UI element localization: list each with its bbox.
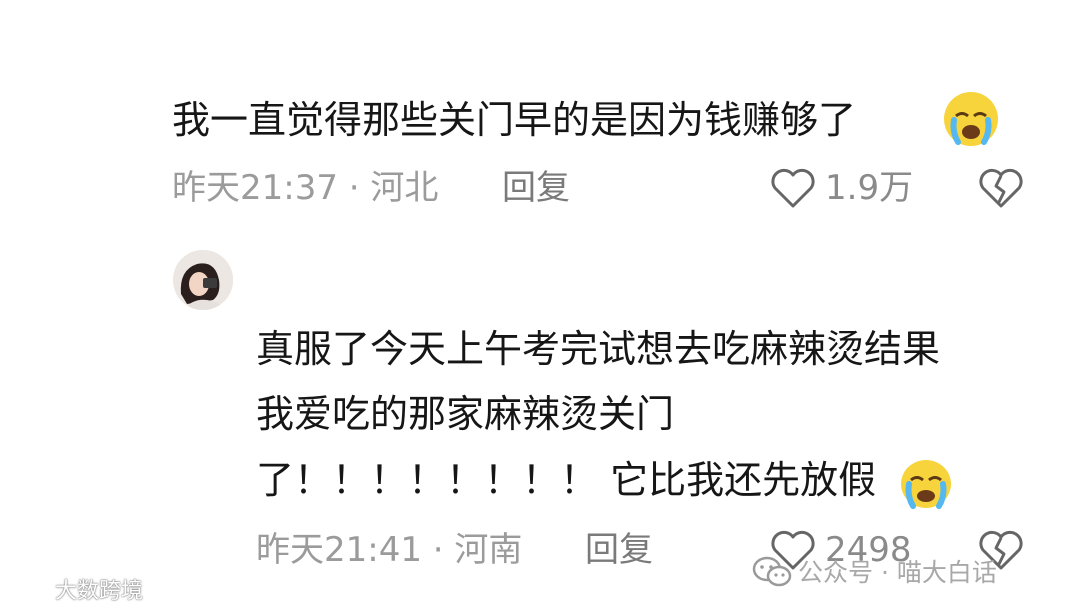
comment-text-line-2: 我爱吃的那家麻辣烫关门 bbox=[256, 392, 675, 436]
watermark-right-text: 公众号 · 喵大白话 bbox=[798, 557, 997, 587]
comment-time-location: 昨天21:41 · 河南 bbox=[256, 530, 523, 570]
comment-text-line-1: 真服了今天上午考完试想去吃麻辣烫结果 bbox=[256, 327, 941, 371]
reply-button[interactable]: 回复 bbox=[502, 171, 570, 205]
crying-face-emoji-icon bbox=[944, 92, 998, 146]
like-heart-icon[interactable] bbox=[769, 166, 817, 210]
dislike-broken-heart-icon[interactable] bbox=[978, 166, 1024, 210]
brand-logo-icon bbox=[6, 581, 48, 599]
wechat-icon bbox=[752, 556, 792, 587]
like-count: 1.9万 bbox=[825, 168, 914, 208]
avatar[interactable] bbox=[173, 250, 233, 310]
watermark-account: 公众号 · 喵大白话 bbox=[752, 556, 997, 588]
comment-text: 我一直觉得那些关门早的是因为钱赚够了 bbox=[172, 98, 857, 142]
comment-text-line-3: 了！！！！！！！！ 它比我还先放假 bbox=[256, 458, 877, 502]
comment-time-location: 昨天21:37 · 河北 bbox=[172, 168, 439, 208]
watermark-brand: 大数跨境 bbox=[6, 579, 143, 603]
reply-button[interactable]: 回复 bbox=[585, 533, 653, 567]
comment-thread: 我一直觉得那些关门早的是因为钱赚够了 昨天21:37 · 河北 回复 1.9万 bbox=[0, 0, 1080, 615]
crying-face-emoji-icon bbox=[901, 460, 951, 509]
watermark-left-text: 大数跨境 bbox=[55, 579, 144, 604]
user-avatar-icon bbox=[173, 250, 233, 310]
